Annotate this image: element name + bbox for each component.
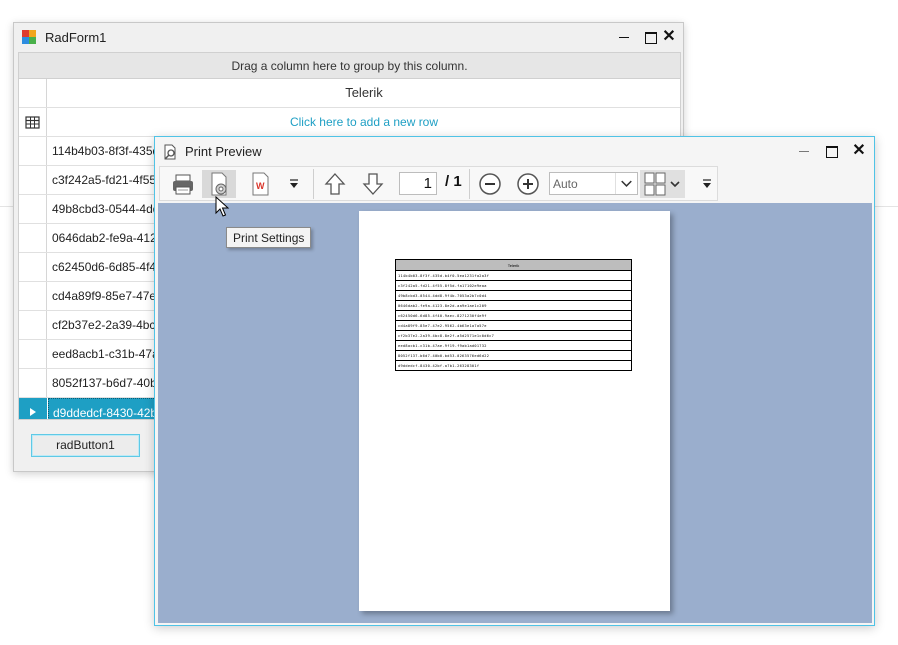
printed-row: c62450d6-6d85-4f40-9aec-8271230f4e9f bbox=[395, 310, 632, 321]
table-cell[interactable]: cd4a89f9-85e7-47e2- bbox=[52, 282, 167, 310]
print-preview-icon bbox=[164, 144, 176, 160]
row-indicator[interactable] bbox=[19, 282, 47, 310]
current-row-indicator[interactable] bbox=[19, 398, 47, 419]
zoom-out-icon[interactable] bbox=[477, 170, 503, 198]
printed-row: 49b8cbd3-0544-4dd8-9f4b-7053a2b7c0d4 bbox=[395, 290, 632, 301]
preview-toolbar: W 1 / 1 Auto bbox=[159, 166, 718, 201]
table-cell[interactable]: 114b4b03-8f3f-435d- bbox=[52, 137, 163, 165]
printed-row: cd4a89f9-85e7-47e2-9562-4b63e1a7a57e bbox=[395, 320, 632, 331]
close-button[interactable]: ✕ bbox=[657, 26, 681, 48]
current-page-input[interactable]: 1 bbox=[399, 172, 437, 195]
group-panel[interactable]: Drag a column here to group by this colu… bbox=[19, 53, 680, 79]
table-cell[interactable]: 8052f137-b6d7-40b0 bbox=[52, 369, 163, 397]
current-row-arrow-icon bbox=[30, 408, 36, 416]
row-indicator[interactable] bbox=[19, 137, 47, 165]
row-indicator[interactable] bbox=[19, 224, 47, 252]
preview-titlebar[interactable]: Print Preview ✕ bbox=[155, 137, 874, 165]
rad-button-1[interactable]: radButton1 bbox=[31, 434, 140, 457]
toolbar-separator bbox=[469, 169, 470, 199]
toolbar-overflow-icon[interactable] bbox=[699, 170, 715, 198]
print-icon[interactable] bbox=[169, 170, 197, 198]
mouse-cursor-icon bbox=[215, 196, 230, 217]
app-icon bbox=[22, 30, 36, 44]
header-row-indicator bbox=[19, 79, 47, 107]
table-cell[interactable]: 49b8cbd3-0544-4dd8 bbox=[52, 195, 166, 223]
table-cell[interactable]: c3f242a5-fd21-4f55-8 bbox=[52, 166, 167, 194]
new-row-icon bbox=[25, 116, 40, 129]
printed-row: cf2b37e2-2a39-4bc8-8e2f-a5d2571e1c0d6c7 bbox=[395, 330, 632, 341]
zoom-value: Auto bbox=[553, 177, 578, 191]
table-cell[interactable]: cf2b37e2-2a39-4bc8- bbox=[52, 311, 166, 339]
add-new-row-cell[interactable]: Click here to add a new row bbox=[48, 108, 680, 136]
page-count-label: / 1 bbox=[445, 173, 462, 190]
more-options-dropdown-icon[interactable] bbox=[286, 170, 302, 198]
form-title: RadForm1 bbox=[45, 30, 107, 45]
chevron-down-icon[interactable] bbox=[615, 173, 637, 194]
printed-row: 114b4b03-8f3f-435d-b4f0-5ea1231fa2a3f bbox=[395, 270, 632, 281]
row-indicator[interactable] bbox=[19, 195, 47, 223]
page-layout-dropdown[interactable] bbox=[640, 170, 685, 198]
print-settings-button[interactable] bbox=[202, 170, 236, 198]
table-cell[interactable]: eed8acb1-c31b-47ae bbox=[52, 340, 165, 368]
column-header-telerik[interactable]: Telerik bbox=[48, 79, 680, 107]
print-settings-tooltip: Print Settings bbox=[226, 227, 312, 248]
preview-close-button[interactable]: ✕ bbox=[847, 140, 871, 162]
printed-row: 0646dab2-fe9a-4123-8e2d-aa9e1ae1c209 bbox=[395, 300, 632, 311]
svg-text:W: W bbox=[256, 181, 265, 191]
preview-title: Print Preview bbox=[185, 144, 262, 159]
row-indicator[interactable] bbox=[19, 340, 47, 368]
row-indicator[interactable] bbox=[19, 311, 47, 339]
printed-row: c3f242a5-fd21-4f55-8f5d-fa17102e9eaa bbox=[395, 280, 632, 291]
new-row[interactable]: Click here to add a new row bbox=[19, 108, 680, 137]
printed-column-header: Telerik bbox=[395, 259, 632, 271]
form-titlebar[interactable]: RadForm1 ✕ bbox=[14, 23, 683, 51]
table-cell[interactable]: 0646dab2-fe9a-4123 bbox=[52, 224, 163, 252]
printed-grid-table: Telerik 114b4b03-8f3f-435d-b4f0-5ea1231f… bbox=[395, 259, 632, 371]
preview-maximize-button[interactable] bbox=[819, 140, 843, 162]
pages-layout-icon bbox=[644, 172, 680, 196]
minimize-button[interactable] bbox=[612, 26, 636, 48]
new-row-indicator bbox=[19, 108, 47, 136]
printed-row: 8052f137-b6d7-40b0-bd53-0263576ed6d22 bbox=[395, 350, 632, 361]
print-settings-icon bbox=[211, 172, 227, 196]
printed-row: d9ddedcf-8430-42bf-a7b1-26328301f bbox=[395, 360, 632, 371]
preview-page: Telerik 114b4b03-8f3f-435d-b4f0-5ea1231f… bbox=[359, 211, 670, 611]
row-indicator[interactable] bbox=[19, 166, 47, 194]
zoom-in-icon[interactable] bbox=[515, 170, 541, 198]
preview-minimize-button[interactable] bbox=[792, 140, 816, 162]
export-icon[interactable]: W bbox=[248, 170, 274, 198]
zoom-select[interactable]: Auto bbox=[549, 172, 638, 195]
print-preview-window: Print Preview ✕ W 1 / 1 Auto Telerik 114… bbox=[154, 136, 875, 626]
table-cell[interactable]: c62450d6-6d85-4f40- bbox=[52, 253, 167, 281]
previous-page-arrow-icon[interactable] bbox=[322, 170, 348, 198]
row-indicator[interactable] bbox=[19, 253, 47, 281]
printed-row: eed8acb1-c31b-47ae-9f19-f9ab1ad01732 bbox=[395, 340, 632, 351]
row-indicator[interactable] bbox=[19, 369, 47, 397]
preview-canvas[interactable]: Telerik 114b4b03-8f3f-435d-b4f0-5ea1231f… bbox=[158, 203, 872, 623]
grid-header-row: Telerik bbox=[19, 79, 680, 108]
toolbar-separator bbox=[313, 169, 314, 199]
next-page-arrow-icon[interactable] bbox=[360, 170, 386, 198]
